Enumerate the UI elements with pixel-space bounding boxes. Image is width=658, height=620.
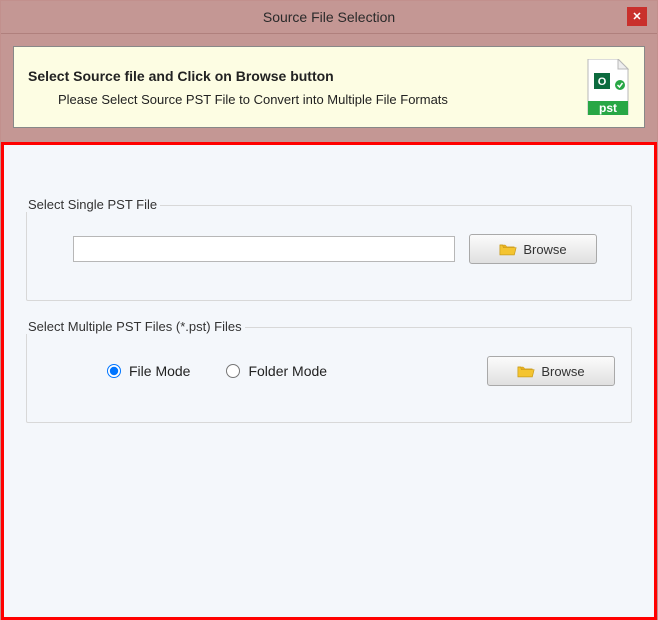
single-browse-button[interactable]: Browse: [469, 234, 597, 264]
single-browse-label: Browse: [523, 242, 566, 257]
multiple-pst-legend: Select Multiple PST Files (*.pst) Files: [25, 319, 245, 334]
file-mode-radio[interactable]: File Mode: [107, 363, 190, 379]
folder-mode-label: Folder Mode: [248, 363, 327, 379]
folder-open-icon: [499, 242, 517, 257]
file-mode-label: File Mode: [129, 363, 190, 379]
folder-mode-radio[interactable]: Folder Mode: [226, 363, 327, 379]
svg-text:O: O: [598, 76, 607, 88]
single-pst-legend: Select Single PST File: [25, 197, 160, 212]
info-heading: Select Source file and Click on Browse b…: [28, 68, 448, 84]
close-icon: ✕: [632, 10, 641, 23]
info-box: Select Source file and Click on Browse b…: [13, 46, 645, 128]
window-title: Source File Selection: [263, 9, 395, 25]
close-button[interactable]: ✕: [627, 7, 647, 26]
folder-open-icon: [517, 364, 535, 379]
content-area: Select Single PST File Browse Select Mul…: [1, 142, 657, 620]
titlebar: Source File Selection ✕: [1, 1, 657, 34]
multiple-browse-button[interactable]: Browse: [487, 356, 615, 386]
file-mode-radio-input[interactable]: [107, 364, 121, 378]
pst-file-icon: O pst: [582, 59, 630, 115]
info-subheading: Please Select Source PST File to Convert…: [58, 92, 448, 107]
single-pst-path-input[interactable]: [73, 236, 455, 262]
pst-badge-text: pst: [599, 101, 617, 115]
header-strip: Select Source file and Click on Browse b…: [1, 34, 657, 142]
info-text: Select Source file and Click on Browse b…: [28, 68, 448, 107]
folder-mode-radio-input[interactable]: [226, 364, 240, 378]
single-pst-fieldset: Select Single PST File Browse: [26, 205, 632, 301]
multiple-pst-fieldset: Select Multiple PST Files (*.pst) Files …: [26, 327, 632, 423]
multiple-browse-label: Browse: [541, 364, 584, 379]
source-file-selection-window: Source File Selection ✕ Select Source fi…: [0, 0, 658, 620]
